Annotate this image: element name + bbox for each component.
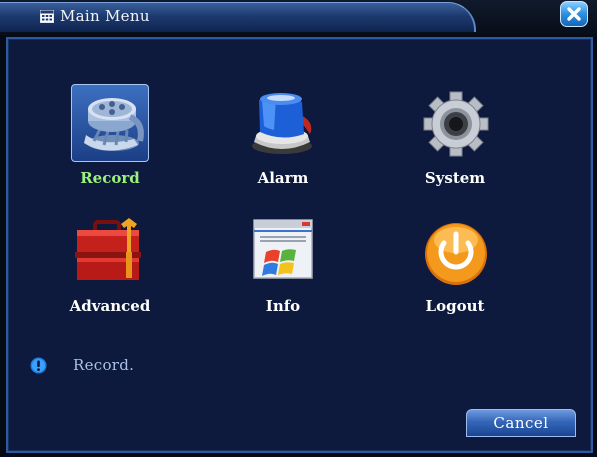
menu-item-system[interactable]: System (385, 84, 515, 194)
menu-item-label: Alarm (257, 169, 309, 187)
window-title: Main Menu (60, 7, 150, 25)
gear-icon (416, 84, 494, 162)
menu-item-label: Record (80, 169, 140, 187)
menu-item-logout[interactable]: Logout (385, 212, 515, 322)
siren-icon (244, 84, 322, 162)
status-text: Record. (73, 356, 135, 374)
menu-item-record[interactable]: Record (40, 84, 170, 194)
main-menu-window: Main Menu Record Alarm System Advanced I… (0, 0, 597, 457)
power-icon (416, 212, 494, 290)
cancel-button[interactable]: Cancel (466, 409, 576, 437)
menu-item-label: System (424, 169, 486, 187)
film-reel-icon (71, 84, 149, 162)
menu-item-label: Info (265, 297, 301, 315)
menu-item-alarm[interactable]: Alarm (213, 84, 343, 194)
close-icon (567, 7, 581, 21)
menu-item-info[interactable]: Info (213, 212, 343, 322)
window-info-icon (244, 212, 322, 290)
close-button[interactable] (560, 1, 588, 27)
toolbox-icon (71, 212, 149, 290)
info-icon (30, 357, 47, 374)
menu-item-label: Advanced (69, 297, 151, 315)
menu-item-advanced[interactable]: Advanced (40, 212, 170, 322)
menu-grid-icon (40, 8, 54, 23)
menu-item-label: Logout (425, 297, 485, 315)
